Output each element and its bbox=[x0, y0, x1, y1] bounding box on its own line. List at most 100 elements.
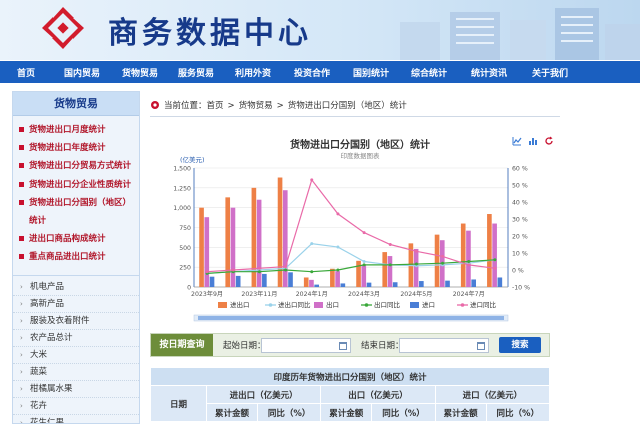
bar-进出口[interactable] bbox=[356, 260, 361, 287]
sidebar-sub-item[interactable]: › 大米 bbox=[13, 347, 139, 364]
sidebar-main-item[interactable]: 货物进出口分企业性质统计 bbox=[13, 176, 139, 194]
bar-进口[interactable] bbox=[314, 284, 319, 287]
sidebar-sub-item[interactable]: › 花卉 bbox=[13, 398, 139, 415]
legend-label[interactable]: 进出口 bbox=[230, 300, 250, 309]
nav-item-8[interactable]: 统计资讯 bbox=[458, 66, 520, 79]
bar-出口[interactable] bbox=[204, 217, 210, 287]
sidebar-main-item[interactable]: 货物进出口月度统计 bbox=[13, 121, 139, 139]
point-进口同比[interactable] bbox=[205, 270, 209, 274]
bar-出口[interactable] bbox=[256, 199, 262, 287]
sidebar-sub-item[interactable]: › 蔬菜 bbox=[13, 364, 139, 381]
point-进口同比[interactable] bbox=[231, 268, 235, 272]
nav-item-2[interactable]: 货物贸易 bbox=[112, 66, 168, 79]
sidebar-sub-item[interactable]: › 机电产品 bbox=[13, 279, 139, 296]
sidebar-sub-item[interactable]: › 花生仁果 bbox=[13, 415, 139, 424]
point-进口同比[interactable] bbox=[362, 231, 366, 235]
bar-进口[interactable] bbox=[419, 281, 424, 287]
column-header[interactable]: 累计金额 bbox=[434, 403, 487, 422]
point-进口同比[interactable] bbox=[388, 243, 392, 246]
bar-出口[interactable] bbox=[413, 248, 419, 287]
bar-进口[interactable] bbox=[471, 279, 476, 287]
point-出口同比[interactable] bbox=[310, 270, 314, 274]
point-进口同比[interactable] bbox=[441, 254, 445, 258]
search-button[interactable]: 搜索 bbox=[499, 337, 541, 353]
nav-item-6[interactable]: 国别统计 bbox=[342, 66, 400, 79]
bar-进口[interactable] bbox=[497, 277, 503, 287]
column-header[interactable]: 累计金额 bbox=[320, 403, 373, 422]
point-出口同比[interactable] bbox=[257, 270, 261, 274]
calendar-icon[interactable] bbox=[339, 342, 347, 350]
nav-item-7[interactable]: 综合统计 bbox=[400, 66, 458, 79]
sidebar-main-item[interactable]: 货物进出口分贸易方式统计 bbox=[13, 157, 139, 175]
line-chart-icon[interactable] bbox=[512, 136, 522, 146]
end-date-input[interactable] bbox=[399, 338, 489, 353]
nav-item-3[interactable]: 服务贸易 bbox=[168, 66, 224, 79]
column-header[interactable]: 同比（%） bbox=[256, 403, 322, 422]
refresh-icon[interactable] bbox=[544, 136, 554, 146]
legend-swatch[interactable] bbox=[314, 302, 323, 308]
bar-进口[interactable] bbox=[235, 275, 241, 287]
bar-进口[interactable] bbox=[392, 282, 398, 287]
bar-进出口[interactable] bbox=[487, 214, 492, 287]
legend-label[interactable]: 进出口同比 bbox=[278, 300, 311, 309]
point-进出口同比[interactable] bbox=[310, 242, 314, 246]
point-出口同比[interactable] bbox=[493, 258, 497, 262]
legend-swatch[interactable] bbox=[364, 303, 369, 307]
column-header[interactable]: 同比（%） bbox=[371, 403, 436, 422]
legend-swatch[interactable] bbox=[268, 303, 273, 307]
point-进口同比[interactable] bbox=[257, 266, 261, 270]
point-进口同比[interactable] bbox=[467, 263, 471, 267]
point-进口同比[interactable] bbox=[284, 265, 288, 269]
point-出口同比[interactable] bbox=[467, 260, 471, 263]
bar-进口[interactable] bbox=[445, 280, 450, 287]
sidebar-sub-item[interactable]: › 农产品总计 bbox=[13, 330, 139, 347]
calendar-icon[interactable] bbox=[477, 342, 485, 350]
point-进口同比[interactable] bbox=[414, 249, 418, 253]
bar-进出口[interactable] bbox=[330, 268, 335, 287]
sidebar-main-item[interactable]: 统计 bbox=[13, 212, 139, 230]
nav-item-5[interactable]: 投资合作 bbox=[282, 66, 342, 79]
bar-进出口[interactable] bbox=[460, 223, 466, 287]
sidebar-main-item[interactable]: 重点商品进出口统计 bbox=[13, 248, 139, 266]
nav-item-1[interactable]: 国内贸易 bbox=[52, 66, 112, 79]
sidebar-sub-item[interactable]: › 柑橘属水果 bbox=[13, 381, 139, 398]
breadcrumb-item[interactable]: 货物贸易 bbox=[239, 101, 273, 111]
bar-出口[interactable] bbox=[466, 230, 471, 287]
point-出口同比[interactable] bbox=[362, 263, 366, 267]
logo-icon[interactable] bbox=[40, 5, 86, 51]
sidebar-main-item[interactable]: 进出口商品构成统计 bbox=[13, 230, 139, 248]
bar-出口[interactable] bbox=[230, 207, 236, 287]
column-header[interactable]: 同比（%） bbox=[485, 403, 551, 422]
legend-swatch[interactable] bbox=[218, 302, 227, 308]
breadcrumb-item[interactable]: 首页 bbox=[207, 101, 224, 111]
point-出口同比[interactable] bbox=[414, 262, 418, 266]
bar-进口[interactable] bbox=[262, 273, 267, 287]
nav-item-4[interactable]: 利用外资 bbox=[224, 66, 282, 79]
legend-label[interactable]: 进口 bbox=[422, 301, 435, 309]
point-出口同比[interactable] bbox=[388, 263, 392, 267]
point-出口同比[interactable] bbox=[336, 268, 340, 272]
bar-进口[interactable] bbox=[288, 272, 293, 287]
sidebar-main-item[interactable]: 货物进出口分国别（地区） bbox=[13, 194, 139, 212]
line-进口同比[interactable] bbox=[207, 178, 495, 273]
bar-进出口[interactable] bbox=[225, 197, 231, 287]
point-进出口同比[interactable] bbox=[336, 245, 340, 249]
bar-进口[interactable] bbox=[340, 283, 346, 287]
point-出口同比[interactable] bbox=[441, 261, 445, 265]
sidebar-sub-item[interactable]: › 服装及衣着附件 bbox=[13, 313, 139, 330]
sidebar-sub-item[interactable]: › 高新产品 bbox=[13, 296, 139, 313]
point-进口同比[interactable] bbox=[310, 178, 314, 182]
nav-item-0[interactable]: 首页 bbox=[0, 66, 52, 79]
chart-scrollbar-thumb[interactable] bbox=[198, 316, 504, 320]
point-进出口同比[interactable] bbox=[362, 260, 366, 263]
bar-出口[interactable] bbox=[282, 190, 288, 287]
bar-进出口[interactable] bbox=[303, 277, 309, 287]
bar-出口[interactable] bbox=[387, 256, 393, 287]
nav-item-9[interactable]: 关于我们 bbox=[520, 66, 580, 79]
legend-label[interactable]: 出口同比 bbox=[374, 300, 401, 309]
bar-出口[interactable] bbox=[309, 279, 314, 287]
bar-出口[interactable] bbox=[492, 223, 497, 287]
bar-进口[interactable] bbox=[209, 276, 215, 287]
legend-swatch[interactable] bbox=[410, 302, 419, 308]
point-进口同比[interactable] bbox=[493, 266, 497, 270]
